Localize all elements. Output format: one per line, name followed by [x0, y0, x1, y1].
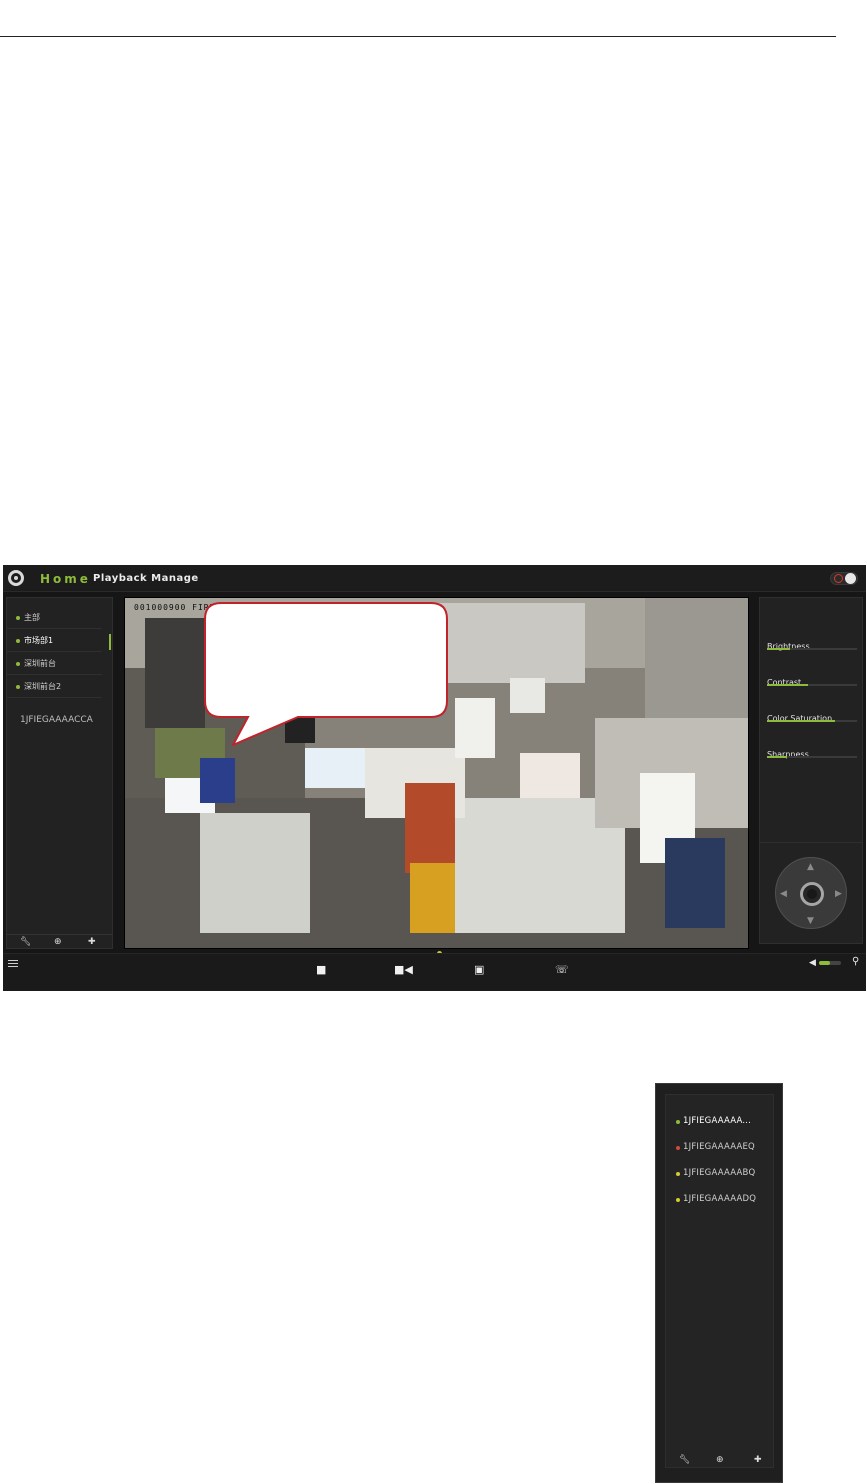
- header-rule: [0, 36, 836, 37]
- slider-fill: [767, 720, 835, 722]
- saturation-slider[interactable]: [767, 720, 857, 722]
- list-icon[interactable]: [8, 960, 18, 968]
- tree-item[interactable]: 深圳前台2: [7, 676, 102, 698]
- bottom-toolbar: ■ ■◀ ▣ ☏ ◀ ⚲: [3, 953, 866, 991]
- device-item[interactable]: 1JFIEGAAAACCA: [20, 715, 93, 725]
- add-icon[interactable]: ✚: [88, 937, 96, 947]
- status-dot: [676, 1120, 680, 1124]
- arrow-up-icon[interactable]: ▲: [807, 862, 814, 872]
- device-name: 1JFIEGAAAAAEQ: [683, 1142, 755, 1152]
- zoom-icon[interactable]: ⊕: [716, 1455, 724, 1465]
- add-icon[interactable]: ✚: [754, 1455, 762, 1465]
- device-list-toolbar: 🔧︎ ⊕ ✚: [666, 1453, 773, 1467]
- tree-item-label: 深圳前台: [24, 659, 56, 668]
- sharpness-slider[interactable]: [767, 756, 857, 758]
- volume-control[interactable]: ◀: [809, 958, 841, 968]
- device-tree-panel: 主部 市场部1 深圳前台 深圳前台2 1JFIEGAAAACCA 🔧︎ ⊕ ✚: [6, 597, 113, 949]
- image-adjust-panel: Brightness Contrast Color Saturation Sha…: [759, 597, 863, 944]
- power-toggle[interactable]: [830, 572, 858, 585]
- device-list-item[interactable]: 1JFIEGAAAAA...: [666, 1111, 773, 1137]
- location-pin-icon[interactable]: ⚲: [852, 957, 859, 967]
- device-name: 1JFIEGAAAAABQ: [683, 1168, 756, 1178]
- stop-icon[interactable]: ■: [316, 964, 326, 976]
- zoom-icon[interactable]: ⊕: [54, 937, 62, 947]
- list-scrollbar[interactable]: [109, 634, 111, 650]
- device-list-item[interactable]: 1JFIEGAAAAADQ: [666, 1189, 773, 1215]
- device-name: 1JFIEGAAAAADQ: [683, 1194, 757, 1204]
- arrow-right-icon[interactable]: ▶: [835, 889, 842, 899]
- contrast-slider[interactable]: [767, 684, 857, 686]
- speaker-icon: ◀: [809, 958, 816, 968]
- device-name: 1JFIEGAAAAA...: [683, 1116, 752, 1126]
- record-icon[interactable]: ■◀: [394, 964, 413, 976]
- arrow-left-icon[interactable]: ◀: [780, 889, 787, 899]
- saturation-control: Color Saturation: [767, 706, 857, 732]
- status-dot: [16, 616, 20, 620]
- wrench-icon[interactable]: 🔧︎: [679, 1455, 690, 1465]
- app-logo-icon: [8, 570, 24, 586]
- brightness-slider[interactable]: [767, 648, 857, 650]
- slider-fill: [767, 756, 787, 758]
- device-list: 1JFIEGAAAAA... 1JFIEGAAAAAEQ 1JFIEGAAAAA…: [665, 1094, 774, 1468]
- status-dot: [16, 662, 20, 666]
- tree-item-label: 深圳前台2: [24, 682, 62, 691]
- tree-toolbar: 🔧︎ ⊕ ✚: [7, 934, 112, 948]
- contrast-control: Contrast: [767, 670, 857, 696]
- tree-item[interactable]: 主部: [7, 607, 102, 629]
- device-list-item[interactable]: 1JFIEGAAAAABQ: [666, 1163, 773, 1189]
- callout-balloon: [204, 602, 448, 746]
- wrench-icon[interactable]: 🔧︎: [20, 937, 31, 947]
- ptz-area: ▲ ▼ ◀ ▶: [760, 842, 862, 945]
- volume-slider[interactable]: [819, 961, 841, 965]
- status-dot: [676, 1146, 680, 1150]
- ptz-center-button[interactable]: [800, 882, 824, 906]
- ptz-control-pad[interactable]: ▲ ▼ ◀ ▶: [775, 857, 847, 929]
- status-dot: [676, 1198, 680, 1202]
- snapshot-icon[interactable]: ▣: [474, 964, 484, 976]
- sharpness-control: Sharpness: [767, 742, 857, 768]
- slider-fill: [767, 648, 790, 650]
- device-list-panel: 1JFIEGAAAAA... 1JFIEGAAAAAEQ 1JFIEGAAAAA…: [655, 1083, 783, 1483]
- status-dot: [676, 1172, 680, 1176]
- status-dot: [16, 685, 20, 689]
- device-list-item[interactable]: 1JFIEGAAAAAEQ: [666, 1137, 773, 1163]
- toggle-knob: [845, 573, 856, 584]
- arrow-down-icon[interactable]: ▼: [807, 916, 814, 926]
- tree-item-label: 主部: [24, 613, 40, 622]
- tree-item-label: 市场部1: [24, 636, 54, 645]
- nav-home[interactable]: Home: [40, 572, 91, 586]
- power-icon: [834, 574, 843, 583]
- talk-icon[interactable]: ☏: [555, 964, 569, 976]
- tree-item[interactable]: 市场部1: [7, 630, 102, 652]
- slider-fill: [767, 684, 808, 686]
- status-dot: [16, 639, 20, 643]
- title-bar: Home Playback Manage: [3, 565, 866, 592]
- volume-fill: [819, 961, 830, 965]
- brightness-control: Brightness: [767, 634, 857, 660]
- nav-playback-manage[interactable]: Playback Manage: [93, 573, 199, 584]
- tree-item[interactable]: 深圳前台: [7, 653, 102, 675]
